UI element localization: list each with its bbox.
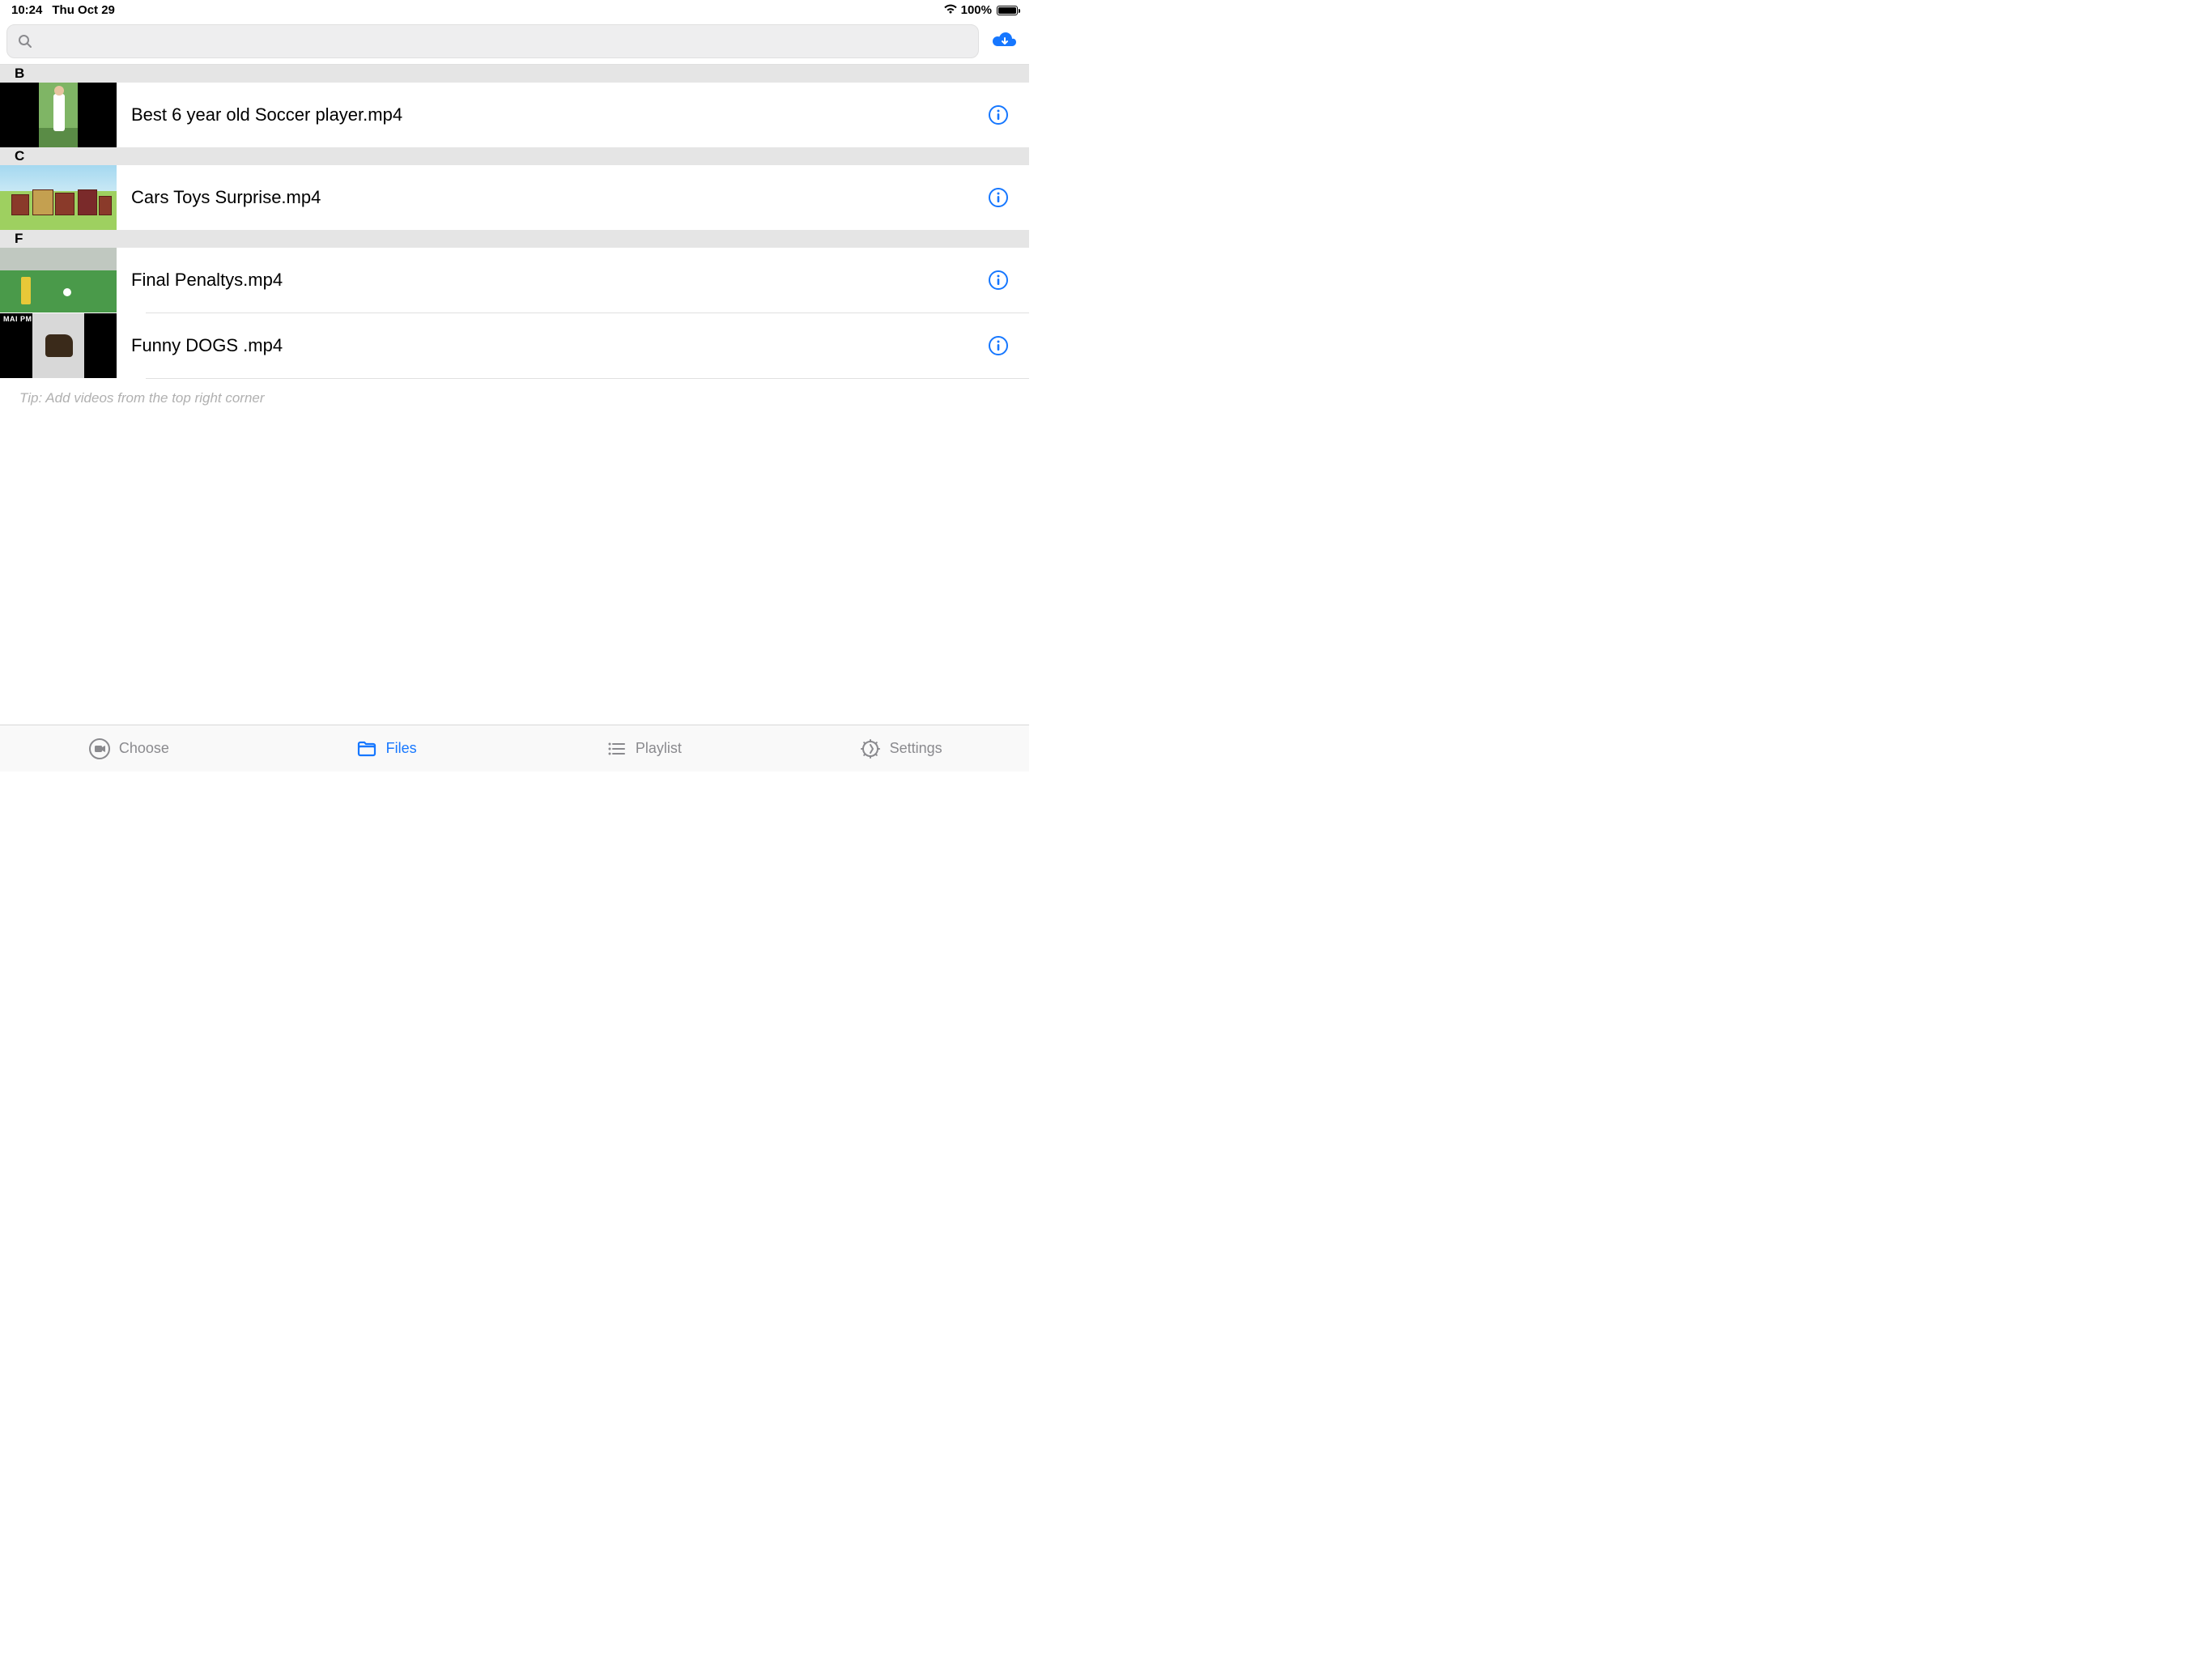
video-title: Best 6 year old Soccer player.mp4: [117, 104, 979, 125]
file-list: B Best 6 year old Soccer player.mp4 C Ca…: [0, 65, 1029, 725]
tab-label: Playlist: [636, 740, 682, 757]
video-thumbnail: [0, 165, 117, 230]
info-button[interactable]: [979, 104, 1018, 125]
list-icon: [605, 738, 627, 760]
battery-icon: [997, 6, 1018, 15]
tab-playlist[interactable]: Playlist: [515, 725, 772, 772]
tab-label: Settings: [890, 740, 942, 757]
video-thumbnail: [0, 83, 117, 147]
wifi-icon: [943, 3, 958, 18]
tab-label: Files: [386, 740, 417, 757]
info-button[interactable]: [979, 187, 1018, 208]
thumbnail-watermark: MAI PM: [3, 315, 32, 323]
info-icon: [988, 187, 1009, 208]
tab-bar: Choose Files Playlist Settings: [0, 725, 1029, 772]
tab-settings[interactable]: Settings: [772, 725, 1029, 772]
search-icon: [17, 33, 33, 49]
folder-icon: [355, 738, 378, 760]
cloud-download-button[interactable]: [987, 23, 1023, 59]
cloud-download-icon: [991, 31, 1019, 52]
info-icon: [988, 104, 1009, 125]
video-thumbnail: MAI PM: [0, 313, 117, 378]
list-item[interactable]: MAI PM Funny DOGS .mp4: [0, 313, 1029, 378]
section-header-c: C: [0, 147, 1029, 165]
tab-choose[interactable]: Choose: [0, 725, 257, 772]
camera-icon: [88, 738, 111, 760]
tab-label: Choose: [119, 740, 169, 757]
section-letter: F: [15, 231, 23, 247]
info-button[interactable]: [979, 270, 1018, 291]
info-icon: [988, 270, 1009, 291]
search-row: [0, 20, 1029, 65]
info-icon: [988, 335, 1009, 356]
section-letter: C: [15, 148, 24, 164]
gear-icon: [859, 738, 882, 760]
video-title: Funny DOGS .mp4: [117, 335, 979, 356]
info-button[interactable]: [979, 335, 1018, 356]
video-title: Final Penaltys.mp4: [117, 270, 979, 291]
section-letter: B: [15, 66, 24, 82]
video-title: Cars Toys Surprise.mp4: [117, 187, 979, 208]
list-item[interactable]: Best 6 year old Soccer player.mp4: [0, 83, 1029, 147]
status-date: Thu Oct 29: [52, 3, 115, 17]
status-bar: 10:24 Thu Oct 29 100%: [0, 0, 1029, 20]
tab-files[interactable]: Files: [257, 725, 515, 772]
battery-percent: 100%: [961, 3, 992, 17]
list-item[interactable]: Final Penaltys.mp4: [0, 248, 1029, 312]
section-header-f: F: [0, 230, 1029, 248]
section-header-b: B: [0, 65, 1029, 83]
list-item[interactable]: Cars Toys Surprise.mp4: [0, 165, 1029, 230]
video-thumbnail: [0, 248, 117, 312]
search-input[interactable]: [6, 24, 979, 58]
tip-text: Tip: Add videos from the top right corne…: [0, 379, 1029, 418]
status-time: 10:24: [11, 3, 42, 17]
